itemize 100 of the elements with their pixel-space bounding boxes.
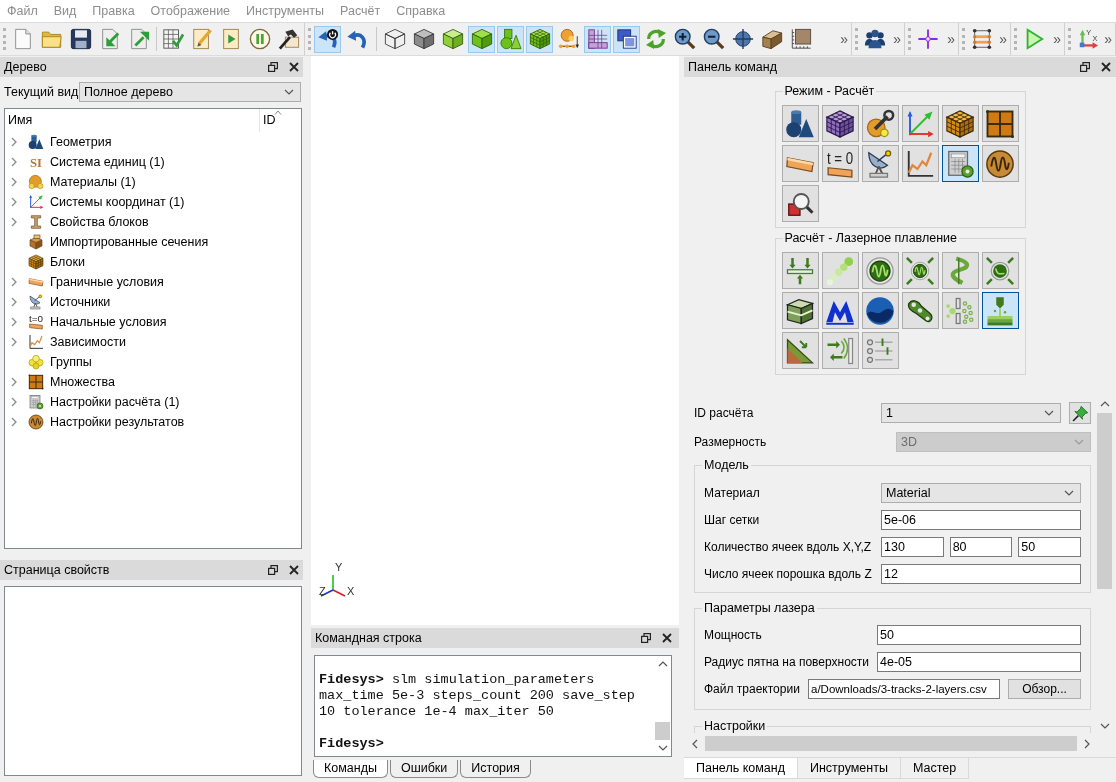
tree-item-label[interactable]: Граничные условия [50, 274, 164, 290]
text-field[interactable]: a/Downloads/3-tracks-2-layers.csv [808, 679, 1000, 699]
expand-chevron-icon[interactable] [11, 217, 17, 227]
tree-item-label[interactable]: Системы координат (1) [50, 194, 185, 210]
column-header[interactable]: Имя [5, 109, 260, 132]
close-icon[interactable] [289, 62, 299, 72]
command-button[interactable] [861, 252, 899, 289]
dropdown[interactable]: Material [881, 483, 1081, 503]
toolbar-handle[interactable] [1068, 28, 1071, 50]
tree-item-label[interactable]: Множества [50, 374, 115, 390]
text-field[interactable]: 5e-06 [881, 510, 1081, 530]
tab[interactable]: Ошибки [389, 760, 459, 778]
chevron-up-icon[interactable] [657, 661, 668, 667]
command-button[interactable] [861, 292, 899, 329]
chevron-right-icon[interactable] [1084, 738, 1090, 749]
column-header[interactable]: ID [260, 109, 301, 132]
expand-chevron-icon[interactable] [11, 157, 17, 167]
close-icon[interactable] [1101, 62, 1111, 72]
toolbar-button[interactable] [314, 25, 341, 53]
command-button[interactable] [861, 105, 899, 142]
command-button[interactable] [821, 105, 859, 142]
command-button[interactable] [821, 292, 859, 329]
restore-icon[interactable] [641, 633, 651, 643]
command-button[interactable] [901, 292, 939, 329]
tree-item-label[interactable]: Настройки результатов [50, 414, 185, 430]
toolbar-handle[interactable] [308, 28, 311, 50]
tab[interactable]: Команды [313, 760, 388, 778]
command-button[interactable] [941, 145, 979, 182]
restore-icon[interactable] [1080, 62, 1090, 72]
expand-chevron-icon[interactable] [11, 417, 17, 427]
command-button[interactable] [941, 105, 979, 142]
scrollbar-thumb[interactable] [705, 736, 1077, 751]
tree-item-label[interactable]: Группы [50, 354, 92, 370]
command-button[interactable] [861, 145, 899, 182]
tree-item-label[interactable]: Геометрия [50, 134, 112, 150]
tree-item-label[interactable]: Источники [50, 294, 111, 310]
expand-chevron-icon[interactable] [11, 277, 17, 287]
scrollbar-thumb[interactable] [1097, 413, 1112, 589]
toolbar-button[interactable] [613, 25, 640, 53]
overflow-button[interactable]: » [1104, 32, 1112, 46]
command-button[interactable] [981, 145, 1019, 182]
chevron-down-icon[interactable] [1044, 410, 1054, 416]
toolbar-handle[interactable] [1014, 28, 1017, 50]
expand-chevron-icon[interactable] [11, 177, 17, 187]
toolbar-handle[interactable] [3, 28, 6, 50]
tool-button[interactable] [1069, 402, 1091, 424]
close-icon[interactable] [289, 565, 299, 575]
text-field[interactable]: 50 [877, 625, 1081, 645]
browse-button[interactable]: Обзор... [1008, 679, 1081, 699]
expand-chevron-icon[interactable] [11, 137, 17, 147]
tree-item-label[interactable]: Блоки [50, 254, 85, 270]
tab[interactable]: Инструменты [797, 758, 901, 779]
tree-item-label[interactable]: Импортированные сечения [50, 234, 209, 250]
command-button[interactable] [901, 145, 939, 182]
overflow-button[interactable]: » [893, 32, 901, 46]
scrollbar-thumb[interactable] [655, 722, 670, 740]
command-button[interactable] [901, 252, 939, 289]
text-field[interactable]: 50 [1018, 537, 1081, 557]
command-button[interactable] [781, 292, 819, 329]
chevron-up-icon[interactable] [1099, 401, 1110, 407]
tree-item-label[interactable]: Материалы (1) [50, 174, 136, 190]
overflow-button[interactable]: » [1053, 32, 1061, 46]
restore-icon[interactable] [268, 565, 278, 575]
restore-icon[interactable] [268, 62, 278, 72]
command-button[interactable] [981, 292, 1019, 329]
chevron-down-icon[interactable] [657, 745, 668, 751]
tree-item-label[interactable]: Свойства блоков [50, 214, 149, 230]
tab[interactable]: Мастер [900, 758, 970, 779]
text-field[interactable]: 80 [949, 537, 1013, 557]
text-field[interactable]: 4e-05 [877, 652, 1081, 672]
expand-chevron-icon[interactable] [11, 397, 17, 407]
expand-chevron-icon[interactable] [11, 337, 17, 347]
tab[interactable]: История [460, 760, 531, 778]
tree-item-label[interactable]: Настройки расчёта (1) [50, 394, 180, 410]
expand-chevron-icon[interactable] [11, 317, 17, 327]
menu-item[interactable]: Правка [85, 2, 142, 20]
dropdown[interactable]: Полное дерево [79, 82, 301, 102]
close-icon[interactable] [662, 633, 672, 643]
expand-chevron-icon[interactable] [11, 297, 17, 307]
command-output[interactable]: Fidesys> slm simulation_parameters max_time 5e-3 steps_count 200 save_step 10 tolerance 1e-4 max_iter 50 Fidesys> [314, 655, 672, 757]
toolbar-handle[interactable] [908, 28, 911, 50]
tab[interactable]: Панель команд [684, 758, 798, 779]
command-button[interactable] [981, 105, 1019, 142]
tree-item-label[interactable]: Начальные условия [50, 314, 167, 330]
tree-item-label[interactable]: Система единиц (1) [50, 154, 165, 170]
overflow-button[interactable]: » [999, 32, 1007, 46]
dropdown[interactable]: 1 [881, 403, 1061, 423]
expand-chevron-icon[interactable] [11, 197, 17, 207]
command-button[interactable] [781, 185, 819, 222]
chevron-down-icon[interactable] [1064, 490, 1074, 496]
expand-chevron-icon[interactable] [11, 377, 17, 387]
toolbar-handle[interactable] [962, 28, 965, 50]
menu-item[interactable]: Файл [0, 2, 45, 20]
overflow-button[interactable]: » [840, 32, 848, 46]
overflow-button[interactable]: » [947, 32, 955, 46]
chevron-left-icon[interactable] [692, 738, 698, 749]
tree-item-label[interactable]: Зависимости [50, 334, 126, 350]
chevron-down-icon[interactable] [1099, 723, 1110, 729]
chevron-down-icon[interactable] [284, 89, 294, 95]
command-button[interactable] [781, 105, 819, 142]
